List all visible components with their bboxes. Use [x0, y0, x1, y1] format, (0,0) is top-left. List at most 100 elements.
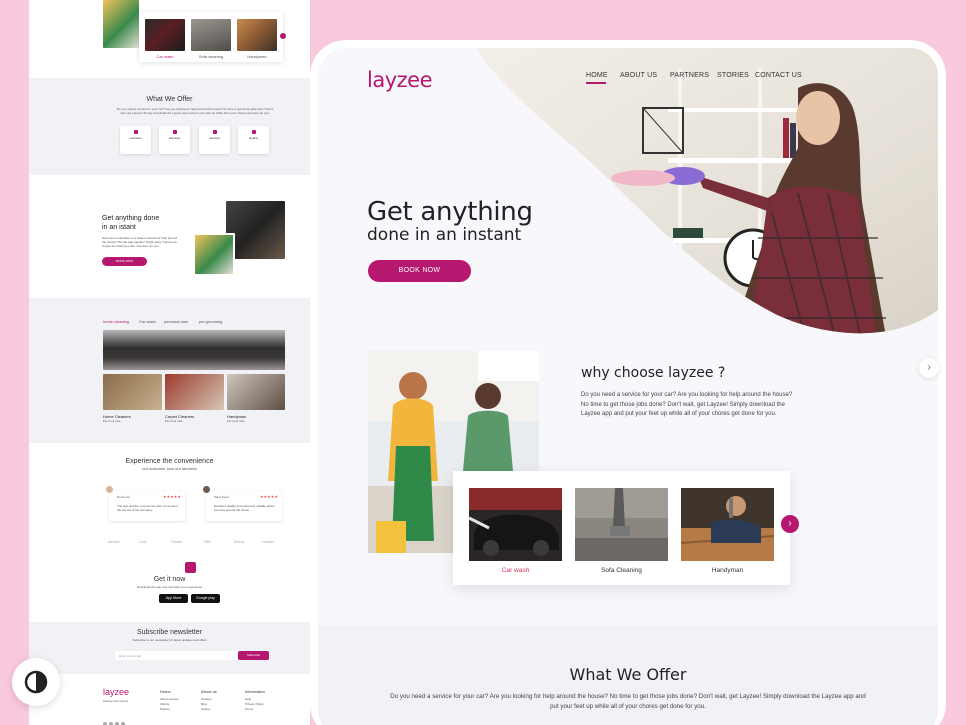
- handyman-thumb[interactable]: [237, 19, 277, 51]
- experience-subtitle: our customer love our services: [142, 466, 197, 471]
- chevron-right-icon: ›: [788, 518, 792, 529]
- partner-logo: Studio: [171, 539, 183, 544]
- side-scroll-button[interactable]: ›: [919, 358, 939, 378]
- left-book-button[interactable]: BOOK NOW: [102, 257, 147, 266]
- left-gallery-section: home cleaning Car wash personal care pet…: [29, 298, 310, 443]
- social-icons: [103, 713, 127, 725]
- newsletter-email-input[interactable]: Enter your email: [115, 651, 239, 660]
- reviewer-name: Pana Kova: [214, 495, 229, 499]
- star-icon: ★★★★★: [163, 494, 181, 499]
- get-it-now-title: Get it now: [153, 576, 186, 583]
- offer-title: What We Offer: [569, 665, 687, 684]
- footer-col-title: Home: [160, 689, 171, 694]
- home-cleaners-photo[interactable]: [103, 374, 162, 410]
- footer-col-title: Information: [245, 689, 266, 694]
- newsletter-title: Subscribe newsletter: [137, 629, 202, 636]
- service-label-car-wash[interactable]: Car wash: [469, 567, 562, 574]
- left-services-card: Car wash Sofa cleaning Handyman: [139, 12, 283, 62]
- left-offer-card: Vendors: [199, 126, 230, 154]
- left-offer-title: What We Offer: [146, 96, 193, 103]
- partner-logo: Mona: [234, 539, 245, 544]
- reviewer-name: Nora Leis: [117, 495, 130, 499]
- left-offer-card: Quality: [238, 126, 269, 154]
- theme-toggle-icon: [24, 670, 48, 694]
- google-play-button[interactable]: Google play: [191, 594, 220, 603]
- nav-home[interactable]: HOME: [586, 72, 608, 79]
- footer-link[interactable]: Stories: [201, 707, 210, 712]
- gallery-sub: Per hour rate: [103, 419, 121, 423]
- sofa-thumb[interactable]: [191, 19, 231, 51]
- hero-title: Get anything: [367, 197, 533, 227]
- subscribe-button[interactable]: Subscribe: [238, 651, 269, 660]
- why-text: Do you need a service for your car? Are …: [581, 392, 793, 417]
- right-page: layzee HOME ABOUT US PARTNERS STORIES CO…: [318, 48, 938, 725]
- partner-logo: Ladder: [262, 539, 275, 544]
- left-offer-section: What We Offer Do you need a service for …: [29, 78, 310, 175]
- handyman-image[interactable]: [681, 488, 774, 561]
- footer-logo[interactable]: layzee: [103, 687, 129, 697]
- left-hero-title-2: in an istant: [102, 224, 136, 231]
- car-wash-thumb[interactable]: [145, 19, 185, 51]
- experience-title: Experience the convenience: [125, 458, 214, 465]
- footer-link[interactable]: Partner: [160, 707, 170, 712]
- quality-icon: [251, 130, 256, 134]
- review-card: Pana Kova ★★★★★ Excellent quality and ex…: [206, 491, 282, 521]
- left-hero-text: Someone could take on a Space scarred fo…: [102, 236, 178, 248]
- app-store-button[interactable]: App Store: [159, 594, 188, 603]
- offer-text: Do you need a service for your car? Are …: [390, 693, 866, 710]
- gallery-sub: Per hour rate: [165, 419, 183, 423]
- app-icon: [185, 562, 196, 573]
- car-wash-image[interactable]: [469, 488, 562, 561]
- why-title: why choose layzee ?: [581, 365, 726, 381]
- left-hero-title: Get anything done: [102, 215, 160, 222]
- newsletter-subtitle: Subscribe to our newsletter for latest u…: [132, 638, 207, 642]
- nav-active-indicator: [586, 82, 606, 84]
- carpet-cleaners-photo[interactable]: [165, 374, 224, 410]
- partner-logo: Ainslie: [108, 539, 120, 544]
- brand-logo[interactable]: layzee: [367, 68, 433, 92]
- left-hero-section: Get anything done in an istant Someone c…: [29, 175, 310, 298]
- star-icon: ★★★★★: [260, 494, 278, 499]
- partner-logo: RBL: [204, 539, 212, 544]
- nav-about-us[interactable]: ABOUT US: [620, 72, 657, 79]
- footer-link[interactable]: Terms: [245, 707, 253, 712]
- carousel-next-button[interactable]: ›: [781, 515, 799, 533]
- footer-tagline: Layzee Get it done: [103, 699, 129, 703]
- review-text: The app and the cool service with vet as…: [117, 504, 178, 512]
- footer-col-title: About us: [201, 689, 217, 694]
- avatar: [105, 485, 114, 494]
- left-footer: layzee Layzee Get it done Home About Lay…: [29, 674, 310, 725]
- get-it-now-subtitle: Download the app now and start your expe…: [136, 585, 203, 589]
- avatar: [202, 485, 211, 494]
- left-newsletter-section: Subscribe newsletter Subscribe to our ne…: [29, 622, 310, 674]
- left-service-label: Car wash: [156, 54, 174, 59]
- service-label-handyman[interactable]: Handyman: [681, 567, 774, 574]
- service-label-sofa-cleaning[interactable]: Sofa Cleaning: [575, 567, 668, 574]
- nav-stories[interactable]: STORIES: [717, 72, 749, 79]
- chevron-right-icon: ›: [927, 362, 931, 373]
- left-reviews-section: Experience the convenience our customer …: [29, 443, 310, 618]
- gallery-sub: Per hour rate: [227, 419, 245, 423]
- category-tab[interactable]: Car wash: [139, 319, 156, 324]
- nav-partners[interactable]: PARTNERS: [670, 72, 709, 79]
- left-next-dot[interactable]: [280, 33, 286, 39]
- review-text: Excellent quality and extremely reliable…: [214, 504, 275, 512]
- category-tab[interactable]: home cleaning: [103, 319, 129, 324]
- hero-photo-blob: [476, 48, 938, 334]
- launder-icon: [133, 130, 138, 134]
- category-tab[interactable]: pet grooming: [199, 319, 222, 324]
- category-tab[interactable]: personal care: [164, 319, 188, 324]
- left-offer-card: Launders: [120, 126, 151, 154]
- left-page-preview: Car wash Sofa cleaning Handyman What We …: [29, 0, 310, 725]
- cleaner-photo: [193, 233, 235, 276]
- left-offer-card: Services: [159, 126, 190, 154]
- sofa-cleaning-image[interactable]: [575, 488, 668, 561]
- left-offer-text: Do you need a service for your car? Are …: [116, 107, 274, 115]
- left-service-label: Handyman: [247, 54, 267, 59]
- nav-contact-us[interactable]: CONTACT US: [755, 72, 802, 79]
- book-now-button[interactable]: BOOK NOW: [368, 260, 471, 282]
- hero-subtitle: done in an instant: [367, 225, 522, 245]
- handyman-photo[interactable]: [227, 374, 285, 410]
- theme-toggle-button[interactable]: [12, 658, 60, 706]
- review-card: Nora Leis ★★★★★ The app and the cool ser…: [109, 491, 185, 521]
